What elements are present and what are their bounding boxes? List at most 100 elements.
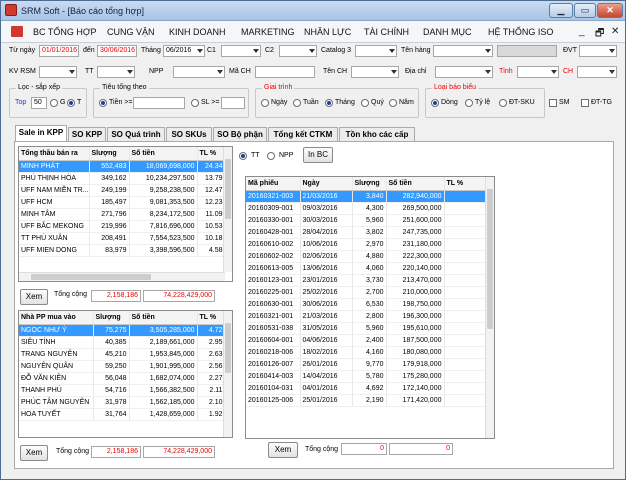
col-header[interactable]: Nhà PP mua vào xyxy=(19,311,94,325)
seller-table[interactable]: Tổng thầu bán ra Slượng Số tiền TL % MIN… xyxy=(18,146,233,282)
table-row[interactable]: 20160126-007 26/01/2016 9,770 179,918,000 xyxy=(246,358,487,371)
menu-cung-van[interactable]: CUNG VẬN xyxy=(107,27,155,37)
close-button[interactable]: ✕ xyxy=(597,3,623,18)
table-row[interactable]: 20160414-003 14/04/2016 5,780 175,280,000 xyxy=(246,370,487,383)
dttg-checkbox[interactable] xyxy=(581,99,589,107)
minimize-button[interactable]: ▁ xyxy=(549,3,573,18)
col-header[interactable]: Tổng thầu bán ra xyxy=(19,147,90,161)
tab-so-kpp[interactable]: SO KPP xyxy=(68,127,106,142)
horizontal-scrollbar[interactable] xyxy=(19,272,225,281)
table-row[interactable]: UFF NAM MIỀN TR... 249,199 9,258,238,500 12… xyxy=(19,184,226,197)
npp-radio[interactable] xyxy=(267,152,275,160)
c2-select[interactable] xyxy=(279,45,317,57)
t-radio[interactable] xyxy=(67,99,75,107)
report-ratio-radio[interactable] xyxy=(465,99,473,107)
from-date-field[interactable]: 01/01/2016 xyxy=(39,45,79,57)
dvt-select[interactable] xyxy=(579,45,617,57)
vertical-scrollbar[interactable] xyxy=(223,311,232,437)
sl-input[interactable] xyxy=(221,97,245,109)
vertical-scrollbar[interactable] xyxy=(485,177,494,438)
table-row[interactable]: 20160218-006 18/02/2016 4,160 180,080,000 xyxy=(246,346,487,359)
xem-button-2[interactable]: Xem xyxy=(20,445,48,461)
tab-so-bo-phan[interactable]: SO Bộ phận xyxy=(213,127,267,142)
mdi-restore-button[interactable]: 🗗 xyxy=(595,26,604,43)
table-row[interactable]: 20160104-031 04/01/2016 4,692 172,140,000 xyxy=(246,382,487,395)
table-row[interactable]: 20160309-001 09/03/2016 4,300 269,500,000 xyxy=(246,202,487,215)
menu-bc-tong-hop[interactable]: BC TỔNG HỢP xyxy=(33,27,97,37)
menu-danh-muc[interactable]: DANH MỤC xyxy=(423,27,472,37)
tt-radio[interactable] xyxy=(239,152,247,160)
menu-nhan-luc[interactable]: NHÂN LỰC xyxy=(304,27,351,37)
period-day-radio[interactable] xyxy=(261,99,269,107)
table-row[interactable]: THANH PHÚ 54,716 1,566,382,500 2.11 xyxy=(19,384,226,397)
table-row[interactable]: 20160604-001 04/06/2016 2,400 187,500,000 xyxy=(246,334,487,347)
product-code-field[interactable] xyxy=(497,45,557,57)
col-header[interactable]: Số tiền xyxy=(386,177,445,191)
col-header[interactable]: Số tiền xyxy=(129,311,198,325)
c1-select[interactable] xyxy=(221,45,261,57)
period-week-radio[interactable] xyxy=(293,99,301,107)
maximize-button[interactable]: ▭ xyxy=(574,3,596,18)
table-row[interactable]: NGUYÊN QUÂN 59,250 1,901,995,000 2.56 xyxy=(19,360,226,373)
table-row[interactable]: 20160125-006 25/01/2016 2,190 171,420,000 xyxy=(246,394,487,407)
scroll-thumb[interactable] xyxy=(487,189,493,329)
top-input[interactable]: 50 xyxy=(31,97,47,109)
table-row[interactable]: 20160123-001 23/01/2016 3,730 213,470,000 xyxy=(246,274,487,287)
menu-marketing[interactable]: MARKETING xyxy=(241,27,295,37)
table-row[interactable]: ĐỖ VĂN KIÊN 56,048 1,682,074,000 2.27 xyxy=(19,372,226,385)
ten-ch-select[interactable] xyxy=(351,66,399,78)
kv-rsm-select[interactable] xyxy=(39,66,77,78)
col-header[interactable]: Slượng xyxy=(89,147,130,161)
menu-he-thong-iso[interactable]: HỆ THỐNG ISO xyxy=(488,27,553,37)
tien-input[interactable] xyxy=(133,97,185,109)
xem-button-1[interactable]: Xem xyxy=(20,289,48,305)
ch-select[interactable] xyxy=(577,66,617,78)
table-row[interactable]: 20160602-002 02/06/2016 4,880 222,300,000 xyxy=(246,250,487,263)
table-row[interactable]: TT PHÚ XUÂN 208,491 7,554,523,500 10.18 xyxy=(19,232,226,245)
xem-button-3[interactable]: Xem xyxy=(268,442,298,458)
col-header[interactable]: Mã phiếu xyxy=(246,177,301,191)
tinh-select[interactable] xyxy=(517,66,559,78)
table-row[interactable]: 20160531-038 31/05/2016 5,960 195,610,000 xyxy=(246,322,487,335)
table-row[interactable]: SIÊU TÍNH 40,385 2,189,661,000 2.95 xyxy=(19,336,226,349)
table-row[interactable]: UFF MIEN DONG 83,979 3,398,596,500 4.58 xyxy=(19,244,226,257)
vertical-scrollbar[interactable] xyxy=(223,147,232,272)
table-row[interactable]: 20160225-001 25/02/2016 2,700 210,000,000 xyxy=(246,286,487,299)
voucher-table[interactable]: Mã phiếu Ngày Slượng Số tiền TL % 201603… xyxy=(245,176,495,439)
table-row[interactable]: UFF HCM 185,497 9,081,353,500 12.23 xyxy=(19,196,226,209)
table-row[interactable]: HOA TUYẾT 31,764 1,428,659,000 1.92 xyxy=(19,408,226,421)
dia-chi-select[interactable] xyxy=(435,66,493,78)
print-report-button[interactable]: In BC xyxy=(303,147,333,163)
menu-tai-chinh[interactable]: TÀI CHÍNH xyxy=(364,27,409,37)
col-header[interactable]: Slượng xyxy=(352,177,387,191)
table-row[interactable]: 20160428-001 28/04/2016 3,802 247,735,000 xyxy=(246,226,487,239)
period-quarter-radio[interactable] xyxy=(361,99,369,107)
table-row[interactable]: 20160321-001 21/03/2016 2,800 196,300,000 xyxy=(246,310,487,323)
g-radio[interactable] xyxy=(50,99,58,107)
scroll-thumb[interactable] xyxy=(31,274,151,280)
period-month-radio[interactable] xyxy=(325,99,333,107)
col-header[interactable]: TL % xyxy=(444,177,487,191)
table-row[interactable]: PHÚC TÂM NGUYÊN 31,978 1,562,185,000 2.10 xyxy=(19,396,226,409)
table-row[interactable]: 20160330-001 30/03/2016 5,960 251,600,000 xyxy=(246,214,487,227)
period-year-radio[interactable] xyxy=(389,99,397,107)
sm-checkbox[interactable] xyxy=(549,99,557,107)
tab-tong-ket-ctkm[interactable]: Tổng kết CTKM xyxy=(268,127,338,142)
sl-radio[interactable] xyxy=(191,99,199,107)
tien-radio[interactable] xyxy=(99,99,107,107)
table-row[interactable]: MINH TÂM 271,796 8,234,172,500 11.09 xyxy=(19,208,226,221)
table-row[interactable]: NGỌC NHƯ Ý 75,275 3,505,285,000 4.72 xyxy=(19,324,226,337)
tab-so-skus[interactable]: SO SKUs xyxy=(166,127,212,142)
distributor-table[interactable]: Nhà PP mua vào Slượng Số tiền TL % NGỌC … xyxy=(18,310,233,438)
scroll-thumb[interactable] xyxy=(225,159,231,219)
month-select[interactable]: 06/2016 xyxy=(163,45,205,57)
table-row[interactable]: 20160321-003 21/03/2016 3,840 282,940,000 xyxy=(246,190,487,203)
catalog-select[interactable] xyxy=(355,45,397,57)
app-menu-icon[interactable] xyxy=(11,26,23,37)
to-date-field[interactable]: 30/06/2016 xyxy=(97,45,137,57)
mdi-close-button[interactable]: ✕ xyxy=(611,26,619,37)
table-row[interactable]: 20160630-001 30/06/2016 6,530 198,750,000 xyxy=(246,298,487,311)
table-row[interactable]: PHÚ THỊNH HÒA 349,162 10,234,297,500 13.79 xyxy=(19,172,226,185)
col-header[interactable]: TL % xyxy=(197,311,226,325)
table-row[interactable]: 20160613-005 13/06/2016 4,060 220,140,000 xyxy=(246,262,487,275)
